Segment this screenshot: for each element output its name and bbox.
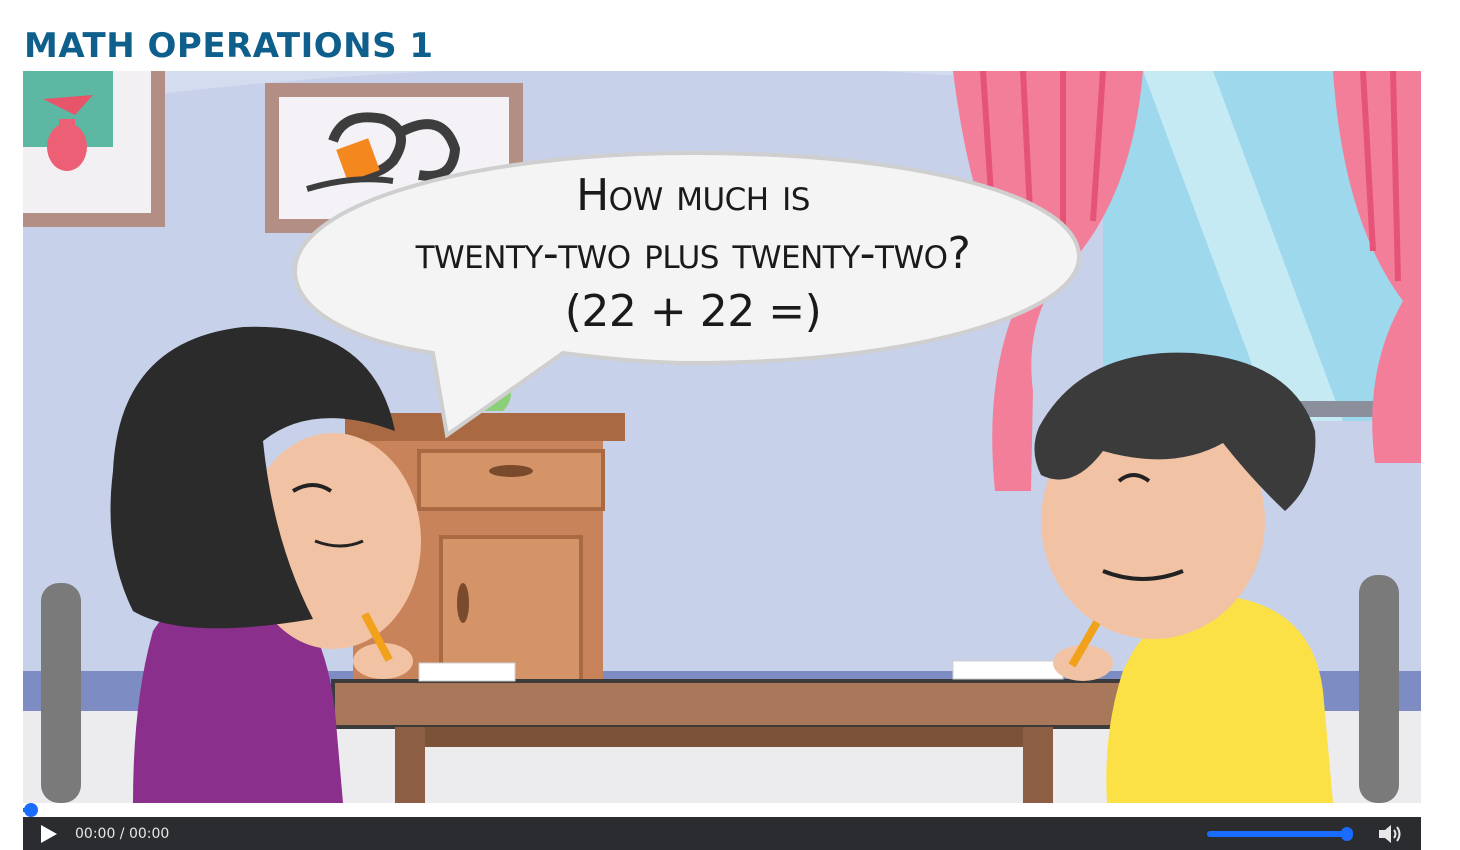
volume-slider[interactable] xyxy=(1207,827,1353,841)
progress-handle[interactable] xyxy=(24,803,38,817)
time-display: 00:00 / 00:00 xyxy=(75,826,170,842)
speech-bubble-text: How much is twenty-two plus twenty-two? … xyxy=(323,167,1063,341)
progress-bar[interactable] xyxy=(23,803,1421,817)
speech-line: twenty-two plus twenty-two? xyxy=(415,228,971,279)
video-player[interactable]: How much is twenty-two plus twenty-two? … xyxy=(23,71,1421,850)
play-icon[interactable] xyxy=(37,823,59,845)
speech-line: How much is xyxy=(576,170,810,221)
volume-fill xyxy=(1207,831,1347,837)
volume-icon[interactable] xyxy=(1377,822,1403,846)
chair-right xyxy=(1359,575,1399,803)
page-title: MATH OPERATIONS 1 xyxy=(24,26,434,66)
wall-picture-left xyxy=(23,71,165,227)
chair-left xyxy=(41,583,81,803)
control-bar: 00:00 / 00:00 xyxy=(23,817,1421,850)
volume-handle[interactable] xyxy=(1341,827,1353,841)
speech-line: (22 + 22 =) xyxy=(564,286,822,337)
